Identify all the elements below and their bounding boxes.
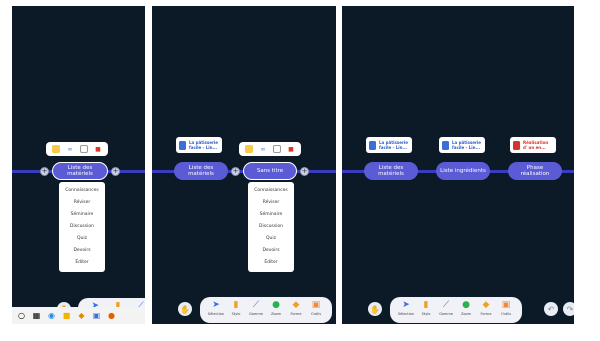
resource-card[interactable]: La pâtisserie facile - Lin...	[439, 137, 485, 153]
tools-icon[interactable]: ▣	[501, 300, 511, 310]
file-explorer-icon[interactable]: ■	[61, 310, 72, 321]
add-node-left-icon[interactable]: +	[231, 167, 240, 176]
resource-card[interactable]: Réalisation d' un en...	[510, 137, 556, 153]
node-liste-materiels[interactable]: Liste des matériels	[52, 162, 108, 180]
menu-item[interactable]: Réviser	[59, 197, 105, 209]
node-liste-ingredients[interactable]: Liste ingrédients	[436, 162, 490, 180]
search-icon[interactable]: ○	[16, 310, 27, 321]
zoom-icon[interactable]: ●	[271, 300, 281, 310]
tools-icon[interactable]: ▣	[311, 300, 321, 310]
eraser-icon[interactable]: ⟋	[441, 300, 451, 310]
node-toolbar: ∞ ■	[239, 142, 301, 156]
note-icon[interactable]	[245, 145, 253, 153]
menu-item[interactable]: Quiz	[248, 233, 294, 245]
menu-item[interactable]: Discussion	[248, 221, 294, 233]
store-icon[interactable]: ◆	[76, 310, 87, 321]
shape-icon[interactable]: ◆	[481, 300, 491, 310]
cursor-icon[interactable]: ➤	[211, 300, 221, 310]
app-icon[interactable]: ▣	[91, 310, 102, 321]
node-toolbar: ∞ ■	[46, 142, 108, 156]
delete-icon[interactable]: ■	[94, 145, 102, 153]
document-icon	[179, 140, 186, 150]
copy-icon[interactable]	[273, 145, 281, 153]
note-icon[interactable]	[52, 145, 60, 153]
node-context-menu: Connaissances Réviser Séminaire Discussi…	[248, 182, 294, 272]
pen-icon[interactable]: ▮	[231, 300, 241, 310]
whiteboard-panel-2: La pâtisserie facile - Lin... Liste des …	[152, 6, 336, 324]
menu-item[interactable]: Devoirs	[59, 245, 105, 257]
whiteboard-panel-1: + Liste des matériels + ∞ ■ Connaissance…	[12, 6, 145, 324]
menu-item[interactable]: Connaissances	[248, 185, 294, 197]
add-node-right-icon[interactable]: +	[111, 167, 120, 176]
menu-item[interactable]: Séminaire	[248, 209, 294, 221]
document-icon	[442, 140, 449, 150]
document-icon	[513, 140, 520, 150]
shape-icon[interactable]: ◆	[291, 300, 301, 310]
add-node-left-icon[interactable]: +	[40, 167, 49, 176]
menu-item[interactable]: Connaissances	[59, 185, 105, 197]
hand-icon[interactable]: ✋	[368, 302, 382, 316]
tool-dock: ➤ Sélection ▮ Stylo ⟋ Gomme ● Zoom ◆ Forme ▣ O…	[200, 297, 332, 323]
redo-icon[interactable]: ↷	[563, 302, 574, 316]
node-phase-realisation[interactable]: Phase réalisation	[508, 162, 562, 180]
tool-dock: ➤ Sélection ▮ Stylo ⟋ Gomme ● Zoom ◆ Forme ▣ O…	[390, 297, 522, 323]
link-icon[interactable]: ∞	[66, 145, 74, 153]
pen-icon[interactable]: ▮	[421, 300, 431, 310]
menu-item[interactable]: Réviser	[248, 197, 294, 209]
edge-icon[interactable]: ◉	[46, 310, 57, 321]
document-icon	[369, 140, 376, 150]
eraser-icon[interactable]: ⟋	[251, 300, 261, 310]
menu-item[interactable]: Quiz	[59, 233, 105, 245]
whiteboard-panel-3: La pâtisserie facile - Lin... La pâtisse…	[342, 6, 574, 324]
windows-taskbar: ○ ▦ ◉ ■ ◆ ▣ ●	[12, 307, 145, 324]
undo-icon[interactable]: ↶	[544, 302, 558, 316]
menu-item[interactable]: Séminaire	[59, 209, 105, 221]
firefox-icon[interactable]: ●	[106, 310, 117, 321]
menu-item[interactable]: Éditer	[59, 257, 105, 269]
add-node-right-icon[interactable]: +	[300, 167, 309, 176]
resource-card[interactable]: La pâtisserie facile - Lin...	[366, 137, 412, 153]
node-sans-titre[interactable]: Sans titre	[243, 162, 297, 180]
node-context-menu: Connaissances Réviser Séminaire Discussi…	[59, 182, 105, 272]
hand-icon[interactable]: ✋	[178, 302, 192, 316]
link-icon[interactable]: ∞	[259, 145, 267, 153]
zoom-icon[interactable]: ●	[461, 300, 471, 310]
delete-icon[interactable]: ■	[287, 145, 295, 153]
menu-item[interactable]: Devoirs	[248, 245, 294, 257]
menu-item[interactable]: Éditer	[248, 257, 294, 269]
resource-card[interactable]: La pâtisserie facile - Lin...	[176, 137, 222, 153]
node-liste-materiels[interactable]: Liste des matériels	[174, 162, 228, 180]
menu-item[interactable]: Discussion	[59, 221, 105, 233]
task-view-icon[interactable]: ▦	[31, 310, 42, 321]
cursor-icon[interactable]: ➤	[401, 300, 411, 310]
node-liste-materiels[interactable]: Liste des matériels	[364, 162, 418, 180]
copy-icon[interactable]	[80, 145, 88, 153]
